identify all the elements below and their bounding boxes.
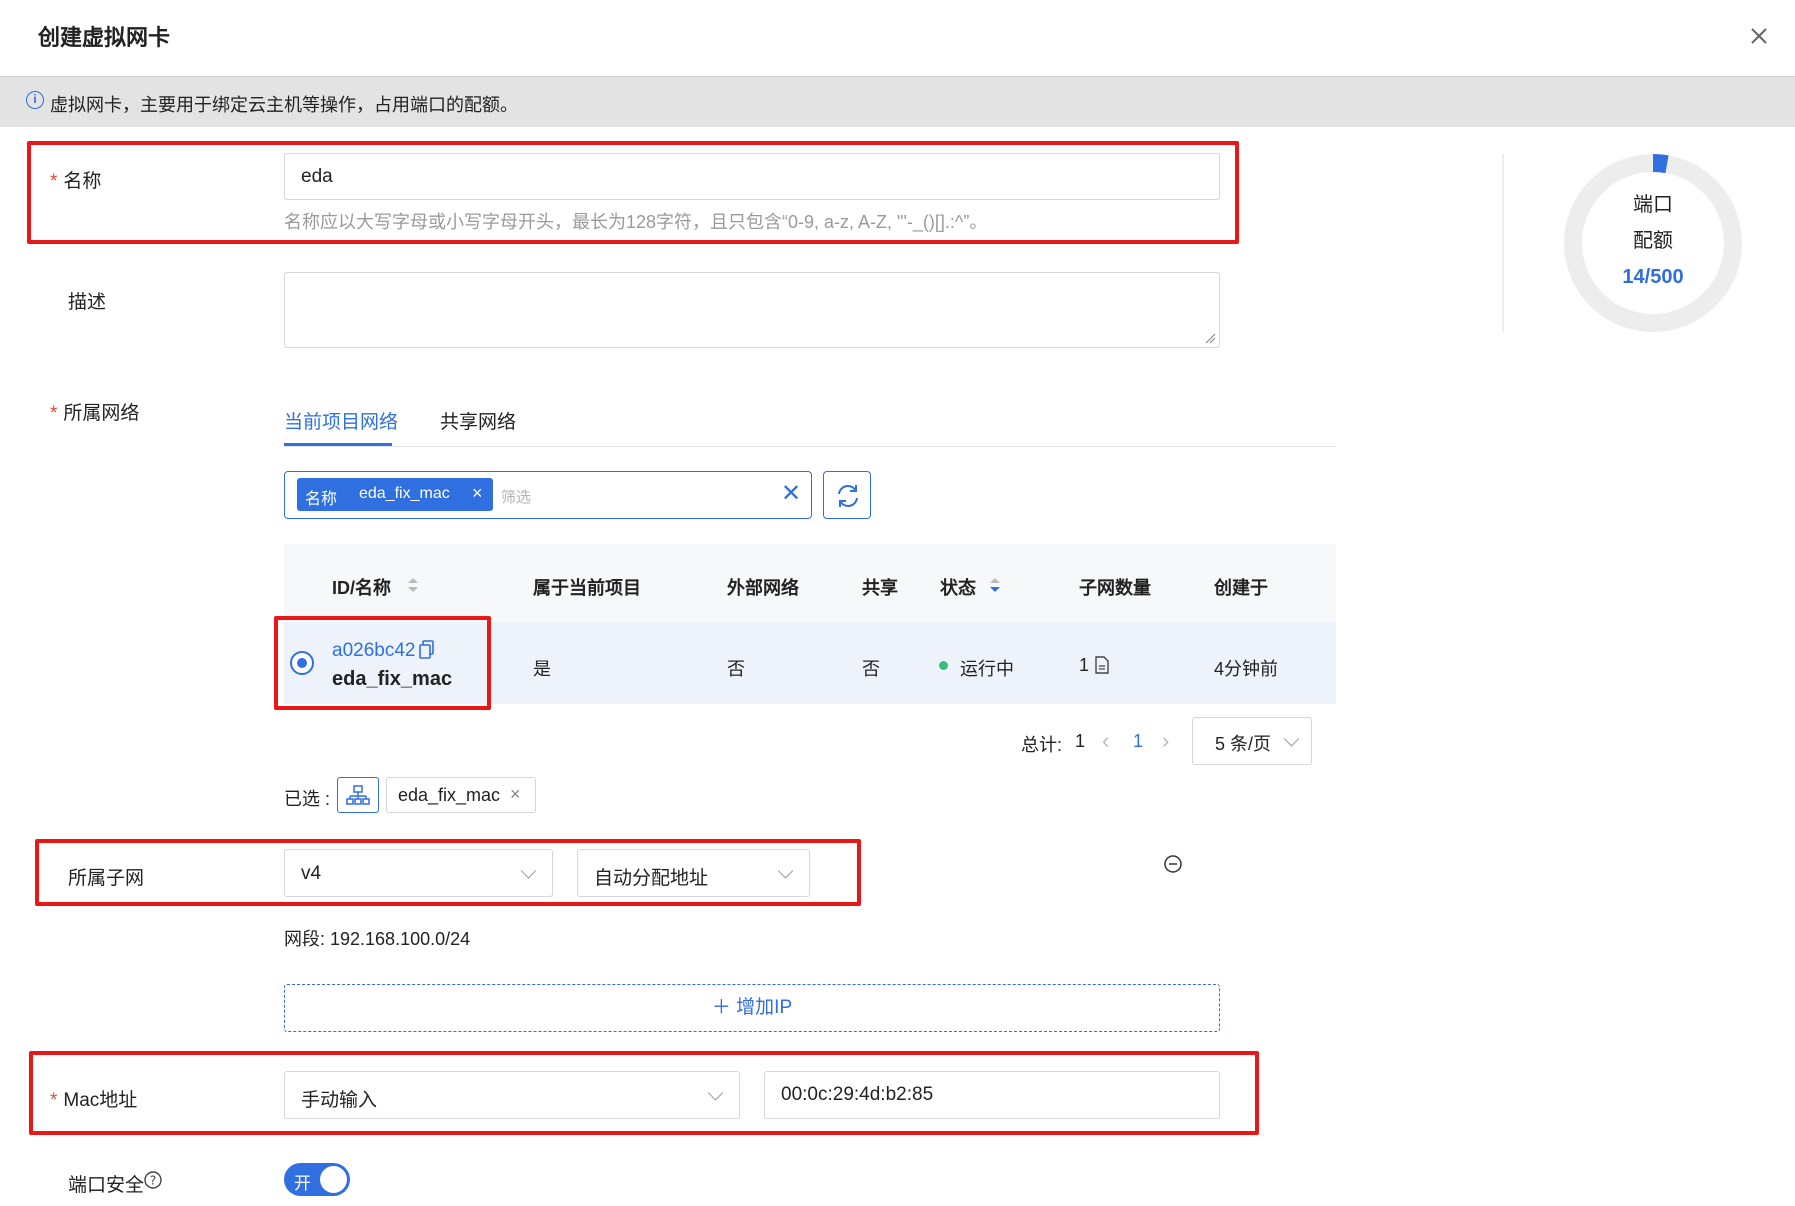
port-security-label: 端口安全 xyxy=(68,1175,145,1196)
refresh-icon xyxy=(838,485,858,507)
dialog-title: 创建虚拟网卡 xyxy=(38,25,171,50)
pager-total: 1 xyxy=(1075,731,1086,751)
refresh-button[interactable] xyxy=(823,471,871,519)
toggle-knob xyxy=(320,1166,347,1193)
info-text: 虚拟网卡，主要用于绑定云主机等操作，占用端口的配额。 xyxy=(50,95,518,115)
info-icon: i xyxy=(26,91,44,109)
cell-in-project: 是 xyxy=(533,659,551,679)
col-shared: 共享 xyxy=(862,578,898,598)
sort-desc-icon[interactable] xyxy=(988,575,1002,595)
quota-text: 端口 配额 14/500 xyxy=(1593,187,1713,295)
add-ip-label: 增加IP xyxy=(736,997,793,1018)
pager-prev-icon[interactable]: ‹ xyxy=(1102,728,1109,754)
svg-text:?: ? xyxy=(150,1174,156,1188)
cell-created: 4分钟前 xyxy=(1214,659,1279,679)
document-icon[interactable] xyxy=(1095,656,1109,674)
quota-divider xyxy=(1502,154,1504,332)
add-ip-button[interactable]: ＋ 增加IP xyxy=(284,984,1220,1032)
filter-chip-key: 名称 xyxy=(305,491,338,508)
tab-divider xyxy=(284,446,1336,447)
filter-chip-value: eda_fix_mac xyxy=(359,485,450,502)
resize-handle-icon[interactable] xyxy=(1204,332,1216,344)
quota-line2: 配额 xyxy=(1633,230,1673,252)
highlight-selected-row xyxy=(274,616,491,710)
info-banner: i 虚拟网卡，主要用于绑定云主机等操作，占用端口的配额。 xyxy=(0,76,1795,127)
cell-subnets[interactable]: 1 xyxy=(1079,655,1089,676)
network-label: * 所属网络 xyxy=(50,403,140,424)
network-topology-button[interactable] xyxy=(337,777,379,813)
remove-subnet-icon[interactable] xyxy=(1163,854,1183,874)
toggle-label: 开 xyxy=(294,1174,311,1193)
plus-icon: ＋ xyxy=(711,997,731,1018)
clear-filter-icon[interactable]: ✕ xyxy=(781,482,801,506)
page-size-value: 5 条/页 xyxy=(1215,734,1272,754)
filter-placeholder: 筛选 xyxy=(501,489,532,506)
pager-total-label: 总计: xyxy=(1021,735,1063,755)
cell-shared: 否 xyxy=(862,659,880,679)
highlight-subnet xyxy=(35,839,861,906)
col-status[interactable]: 状态 xyxy=(940,574,976,600)
col-in-project: 属于当前项目 xyxy=(533,578,641,598)
table-header xyxy=(284,544,1336,622)
tag-remove-icon[interactable]: × xyxy=(510,784,521,805)
chevron-down-icon xyxy=(1283,731,1300,747)
selected-network-tag: eda_fix_mac × xyxy=(386,777,536,813)
page-size-select[interactable]: 5 条/页 xyxy=(1192,717,1312,765)
description-label: 描述 xyxy=(68,292,107,313)
status-running-dot xyxy=(939,661,948,670)
pager-current-page[interactable]: 1 xyxy=(1133,731,1143,752)
col-id-name[interactable]: ID/名称 xyxy=(332,574,391,600)
help-icon[interactable]: ? xyxy=(143,1170,163,1190)
chip-remove-icon[interactable]: × xyxy=(472,483,483,504)
highlight-name xyxy=(27,141,1239,244)
selected-tag-text: eda_fix_mac xyxy=(398,785,501,805)
highlight-mac xyxy=(29,1051,1259,1135)
tab-current-project-network[interactable]: 当前项目网络 xyxy=(284,407,398,434)
quota-value: 14/500 xyxy=(1622,266,1684,288)
tab-shared-network[interactable]: 共享网络 xyxy=(440,407,516,434)
quota-line1: 端口 xyxy=(1633,194,1673,216)
tab-active-indicator xyxy=(284,443,392,446)
cell-status: 运行中 xyxy=(960,659,1014,679)
filter-input[interactable]: 名称 eda_fix_mac × 筛选 ✕ xyxy=(284,471,812,519)
cell-external: 否 xyxy=(727,659,745,679)
col-subnets: 子网数量 xyxy=(1079,578,1151,598)
col-external: 外部网络 xyxy=(727,578,799,598)
close-icon[interactable] xyxy=(1745,22,1773,50)
pager-next-icon[interactable]: › xyxy=(1162,728,1169,754)
col-created: 创建于 xyxy=(1214,578,1268,598)
sort-icon[interactable] xyxy=(406,575,420,595)
description-textarea[interactable] xyxy=(284,272,1220,348)
selected-label: 已选 : xyxy=(284,789,331,809)
network-icon xyxy=(346,785,370,805)
subnet-segment: 网段: 192.168.100.0/24 xyxy=(284,929,471,949)
filter-chip: 名称 eda_fix_mac × xyxy=(297,478,493,511)
port-security-toggle[interactable]: 开 xyxy=(284,1163,350,1196)
